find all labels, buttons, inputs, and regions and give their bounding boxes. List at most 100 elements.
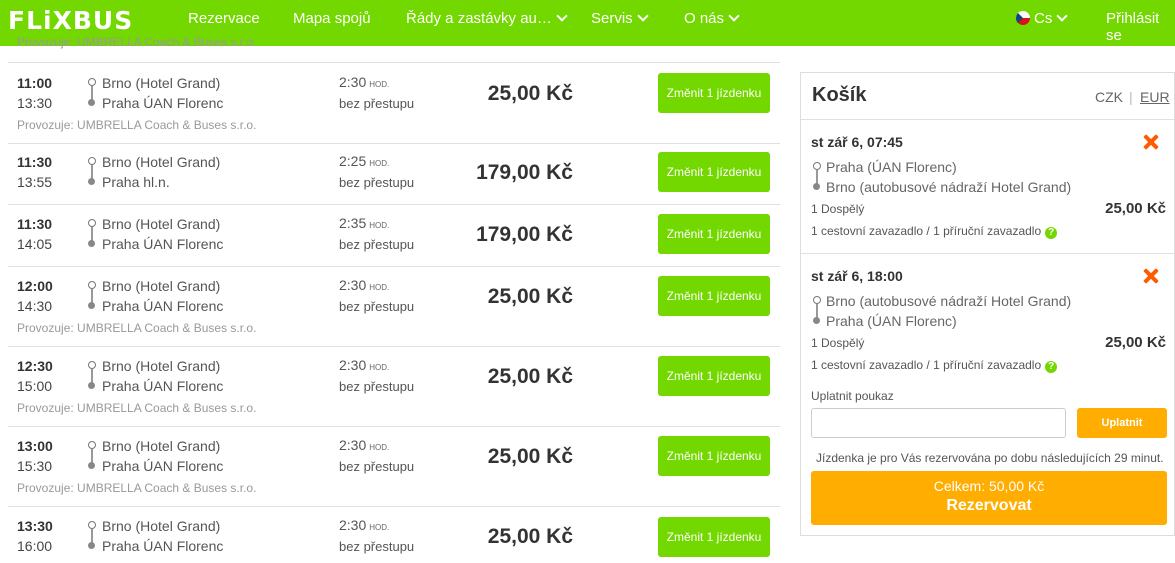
voucher-input[interactable] bbox=[811, 408, 1066, 438]
language-selector[interactable]: Cs bbox=[1016, 10, 1069, 27]
transfers-info: bez přestupu bbox=[339, 96, 415, 111]
trip-to-station: Brno (autobusové nádraží Hotel Grand) bbox=[826, 179, 1072, 195]
luggage-info: 1 cestovní zavazadlo / 1 příruční zavaza… bbox=[811, 224, 1058, 239]
currency-czk[interactable]: CZK bbox=[1095, 89, 1123, 105]
nav-o-nas[interactable]: O nás bbox=[684, 10, 740, 27]
departure-station: Brno (Hotel Grand) bbox=[102, 216, 221, 232]
connection-row: 11:30 14:05 Brno (Hotel Grand) Praha ÚAN… bbox=[8, 205, 780, 267]
route-line-icon bbox=[88, 219, 96, 247]
flixbus-logo[interactable]: FLiXBUS bbox=[8, 6, 133, 35]
trip-duration: 2:30 HOD. bbox=[339, 357, 389, 373]
departure-time: 13:30 bbox=[17, 518, 53, 534]
duration-unit: HOD. bbox=[369, 283, 390, 292]
operator-label: Provozuje: UMBRELLA Coach & Buses s.r.o. bbox=[17, 481, 257, 495]
trip-date: st zář 6, 18:00 bbox=[811, 268, 903, 284]
trip-duration: 2:30 HOD. bbox=[339, 277, 389, 293]
transfers-info: bez přestupu bbox=[339, 299, 415, 314]
cart-title: Košík bbox=[812, 84, 867, 106]
arrival-time: 14:05 bbox=[17, 236, 53, 252]
ticket-price: 25,00 Kč bbox=[487, 365, 573, 388]
connection-row: 11:00 13:30 Brno (Hotel Grand) Praha ÚAN… bbox=[8, 62, 780, 144]
help-icon[interactable]: ? bbox=[1045, 227, 1058, 239]
departure-time: 11:30 bbox=[17, 216, 53, 232]
connection-row: 12:00 14:30 Brno (Hotel Grand) Praha ÚAN… bbox=[8, 267, 780, 347]
change-ticket-button[interactable]: Změnit 1 jízdenku bbox=[658, 436, 770, 476]
duration-value: 2:30 bbox=[339, 437, 367, 453]
departure-time: 11:30 bbox=[17, 154, 53, 170]
help-icon[interactable]: ? bbox=[1045, 361, 1058, 373]
departure-time: 11:00 bbox=[17, 75, 53, 91]
arrival-time: 15:00 bbox=[17, 378, 53, 394]
duration-unit: HOD. bbox=[369, 363, 390, 372]
departure-station: Brno (Hotel Grand) bbox=[102, 75, 221, 91]
trip-price: 25,00 Kč bbox=[1105, 334, 1166, 351]
arrival-time: 14:30 bbox=[17, 298, 53, 314]
duration-value: 2:30 bbox=[339, 517, 367, 533]
login-link[interactable]: Přihlásit se bbox=[1106, 10, 1175, 44]
nav-mapa-spoju[interactable]: Mapa spojů bbox=[293, 10, 371, 27]
change-ticket-button[interactable]: Změnit 1 jízdenku bbox=[658, 276, 770, 316]
passenger-count: 1 Dospělý bbox=[811, 202, 865, 216]
transfers-info: bez přestupu bbox=[339, 379, 415, 394]
cart-trip: st zář 6, 07:45 Praha (ÚAN Florenc) Brno… bbox=[801, 120, 1174, 253]
cart-total: Celkem: 50,00 Kč bbox=[933, 478, 1045, 494]
change-ticket-button[interactable]: Změnit 1 jízdenku bbox=[658, 73, 770, 113]
passenger-count: 1 Dospělý bbox=[811, 336, 865, 350]
route-line-icon bbox=[88, 281, 96, 309]
departure-station: Brno (Hotel Grand) bbox=[102, 154, 221, 170]
change-ticket-button[interactable]: Změnit 1 jízdenku bbox=[658, 356, 770, 396]
currency-eur[interactable]: EUR bbox=[1140, 89, 1170, 105]
change-ticket-button[interactable]: Změnit 1 jízdenku bbox=[658, 152, 770, 192]
trip-to-station: Praha (ÚAN Florenc) bbox=[826, 313, 957, 329]
nav-rezervace[interactable]: Rezervace bbox=[188, 10, 260, 27]
arrival-time: 13:55 bbox=[17, 174, 53, 190]
route-line-icon bbox=[88, 157, 96, 185]
nav-rady-a-zastavky[interactable]: Řády a zastávky au… bbox=[406, 10, 568, 27]
arrival-station: Praha ÚAN Florenc bbox=[102, 458, 224, 474]
duration-value: 2:30 bbox=[339, 277, 367, 293]
apply-voucher-button[interactable]: Uplatnit bbox=[1077, 408, 1167, 438]
arrival-station: Praha ÚAN Florenc bbox=[102, 538, 224, 554]
cart-trip: st zář 6, 18:00 Brno (autobusové nádraží… bbox=[801, 254, 1174, 384]
operator-label: Provozuje: UMBRELLA Coach & Buses s.r.o. bbox=[17, 401, 257, 415]
currency-divider: | bbox=[1129, 89, 1133, 105]
change-ticket-button[interactable]: Změnit 1 jízdenku bbox=[658, 517, 770, 557]
route-line-icon bbox=[88, 521, 96, 549]
transfers-info: bez přestupu bbox=[339, 539, 415, 554]
route-line-icon bbox=[88, 441, 96, 469]
book-button[interactable]: Celkem: 50,00 Kč Rezervovat bbox=[811, 471, 1167, 525]
change-ticket-button[interactable]: Změnit 1 jízdenku bbox=[658, 214, 770, 254]
transfers-info: bez přestupu bbox=[339, 459, 415, 474]
ticket-price: 25,00 Kč bbox=[487, 285, 573, 308]
operator-label: Provozuje: UMBRELLA Coach & Buses s.r.o. bbox=[17, 321, 257, 335]
remove-trip-icon[interactable] bbox=[1143, 134, 1159, 150]
ticket-price: 179,00 Kč bbox=[476, 223, 573, 246]
departure-station: Brno (Hotel Grand) bbox=[102, 438, 221, 454]
nav-o-nas-label: O nás bbox=[684, 10, 725, 27]
connection-results: Provozuje: UMBRELLA Coach & Buses s.r.o.… bbox=[8, 35, 780, 563]
luggage-info: 1 cestovní zavazadlo / 1 příruční zavaza… bbox=[811, 358, 1058, 373]
chevron-down-icon bbox=[1056, 10, 1069, 22]
ticket-price: 179,00 Kč bbox=[476, 161, 573, 184]
departure-station: Brno (Hotel Grand) bbox=[102, 358, 221, 374]
connection-row: 11:30 13:55 Brno (Hotel Grand) Praha hl.… bbox=[8, 143, 780, 205]
route-line-icon bbox=[88, 78, 96, 106]
departure-time: 13:00 bbox=[17, 438, 53, 454]
chevron-down-icon bbox=[556, 10, 568, 22]
chevron-down-icon bbox=[728, 10, 740, 22]
route-line-icon bbox=[813, 296, 821, 324]
trip-duration: 2:35 HOD. bbox=[339, 215, 389, 231]
duration-value: 2:35 bbox=[339, 215, 367, 231]
arrival-station: Praha ÚAN Florenc bbox=[102, 378, 224, 394]
duration-unit: HOD. bbox=[369, 221, 390, 230]
connection-row: 13:00 15:30 Brno (Hotel Grand) Praha ÚAN… bbox=[8, 427, 780, 507]
nav-servis[interactable]: Servis bbox=[591, 10, 649, 27]
operator-label: Provozuje: UMBRELLA Coach & Buses s.r.o. bbox=[17, 118, 257, 132]
transfers-info: bez přestupu bbox=[339, 175, 415, 190]
trip-duration: 2:30 HOD. bbox=[339, 517, 389, 533]
remove-trip-icon[interactable] bbox=[1143, 268, 1159, 284]
trip-from-station: Brno (autobusové nádraží Hotel Grand) bbox=[826, 293, 1072, 309]
ticket-price: 25,00 Kč bbox=[487, 445, 573, 468]
transfers-info: bez přestupu bbox=[339, 237, 415, 252]
chevron-down-icon bbox=[637, 10, 649, 22]
